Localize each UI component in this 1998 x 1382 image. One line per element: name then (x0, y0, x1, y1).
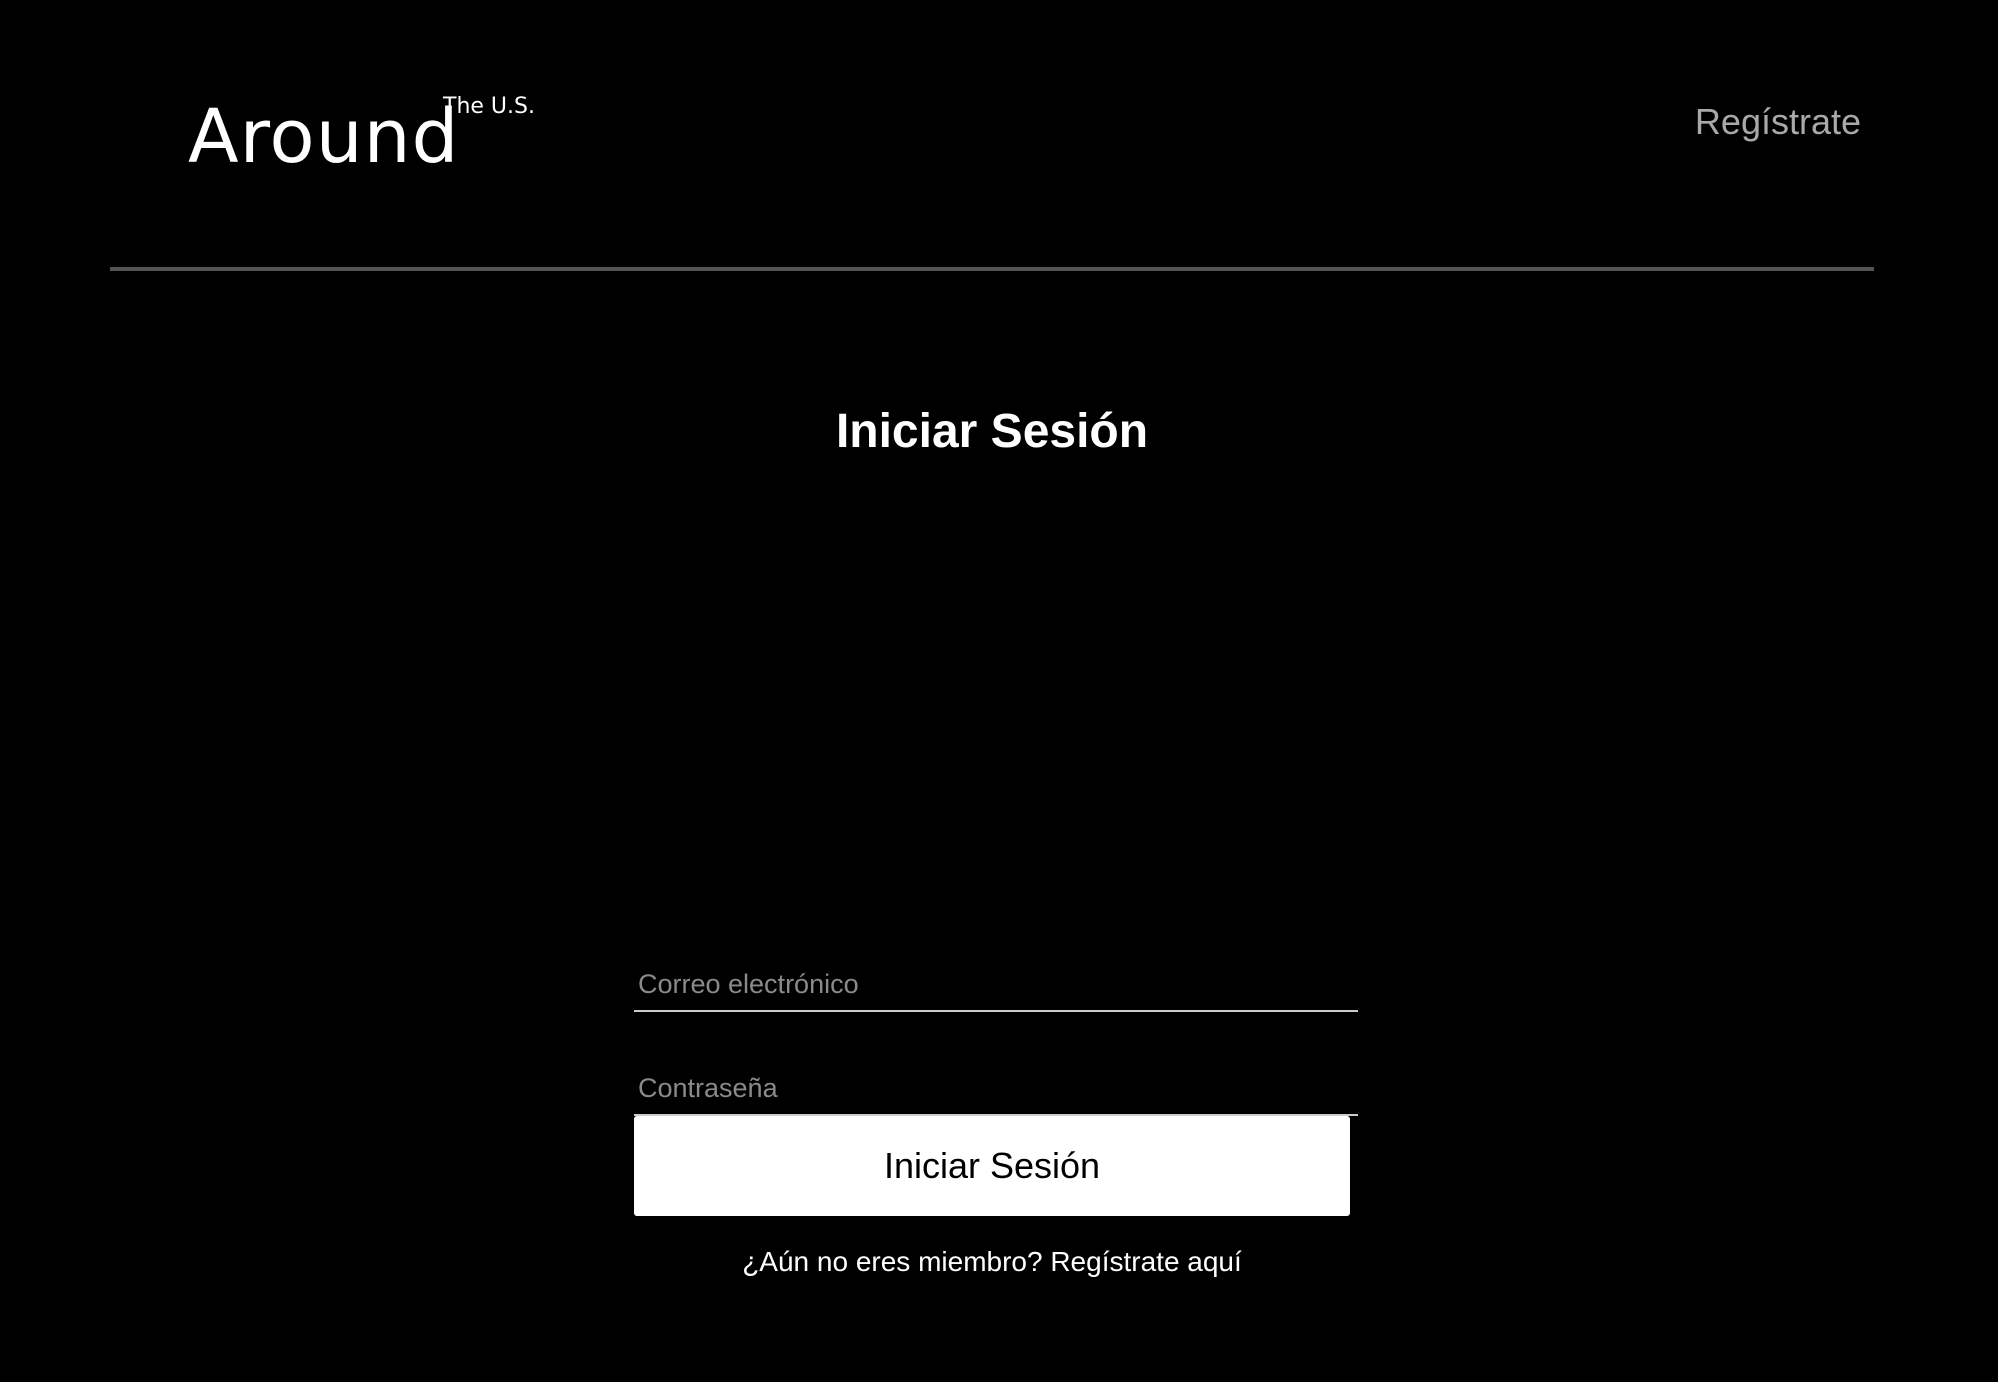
login-title: Iniciar Sesión (835, 405, 1149, 458)
site-header: Around The U.S. Regístrate (0, 0, 1998, 272)
header-divider (110, 267, 1874, 271)
signup-prompt-link[interactable]: ¿Aún no eres miembro? Regístrate aquí (634, 1244, 1350, 1280)
login-submit-button[interactable]: Iniciar Sesión (634, 1116, 1350, 1216)
logo-wordmark: Around (188, 94, 460, 180)
logo-superscript: The U.S. (443, 94, 535, 119)
header-register-link[interactable]: Regístrate (1695, 100, 1861, 144)
password-field[interactable] (634, 1062, 1358, 1116)
email-field[interactable] (634, 958, 1358, 1012)
